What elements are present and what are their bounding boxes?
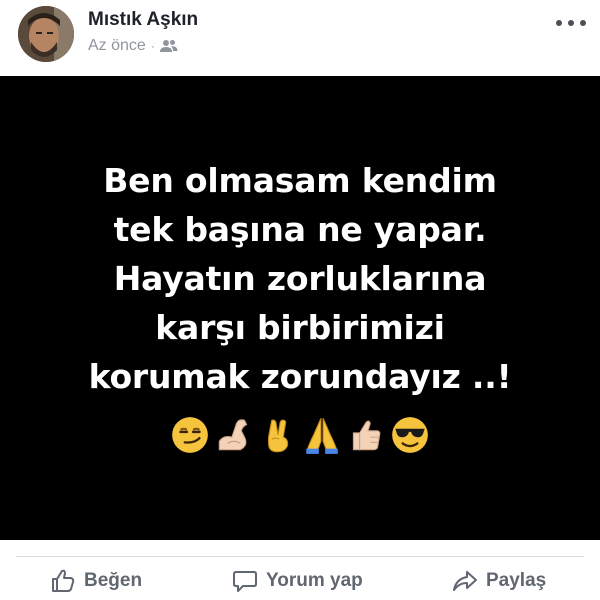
post-actions: Beğen Yorum yap Paylaş — [0, 562, 600, 600]
like-icon — [52, 569, 75, 592]
feed-post: Mıstık Aşkın Az önce · Ben olmasam kendi… — [0, 0, 600, 600]
post-text-line: Hayatın zorluklarına — [113, 259, 487, 298]
post-image[interactable]: Ben olmasam kendim tek başına ne yapar. … — [0, 76, 600, 540]
author-name[interactable]: Mıstık Aşkın — [88, 9, 198, 31]
comment-icon — [233, 571, 257, 592]
comment-label: Yorum yap — [266, 570, 363, 591]
more-dot — [580, 20, 586, 26]
thumbs-up-icon — [352, 420, 381, 451]
friends-icon[interactable] — [159, 39, 178, 53]
share-button[interactable]: Paylaş — [452, 568, 546, 594]
post-text-line: karşı birbirimizi — [155, 308, 445, 347]
more-options-icon[interactable] — [556, 12, 586, 34]
actions-divider — [16, 556, 584, 557]
folded-hands-icon — [306, 417, 338, 454]
flexed-biceps-icon — [218, 419, 248, 451]
post-text-line: korumak zorundayız ..! — [88, 357, 512, 396]
post-meta: Az önce · — [88, 37, 178, 55]
share-label: Paylaş — [486, 570, 547, 591]
victory-hand-icon — [268, 419, 289, 453]
like-label: Beğen — [84, 570, 143, 591]
post-header: Mıstık Aşkın Az önce · — [0, 0, 600, 76]
meta-separator: · — [150, 39, 155, 53]
more-dot — [556, 20, 562, 26]
avatar[interactable] — [18, 6, 74, 62]
post-text-line: Ben olmasam kendim — [103, 161, 497, 200]
post-time[interactable]: Az önce — [88, 37, 146, 55]
share-icon — [453, 571, 477, 591]
like-button[interactable]: Beğen — [50, 568, 142, 594]
more-dot — [568, 20, 574, 26]
post-text: Ben olmasam kendim tek başına ne yapar. … — [0, 156, 600, 401]
sunglasses-face-icon — [392, 417, 428, 453]
post-text-line: tek başına ne yapar. — [113, 210, 487, 249]
avatar-image — [18, 6, 74, 62]
comment-button[interactable]: Yorum yap — [232, 568, 363, 594]
smirking-face-icon — [172, 417, 208, 453]
emoji-row — [0, 414, 600, 456]
